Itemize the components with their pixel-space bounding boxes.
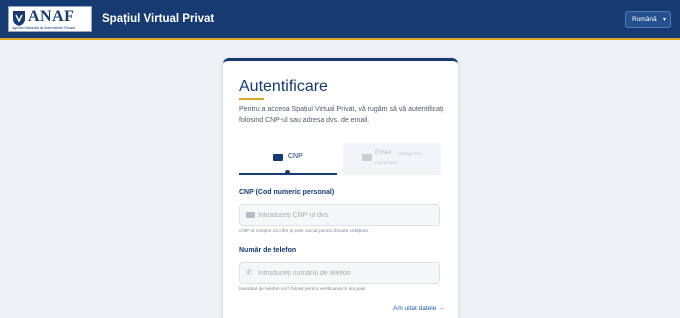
phone-label: Număr de telefon bbox=[239, 247, 297, 254]
tab-email-note: (indisponibil momentan) bbox=[375, 151, 422, 165]
phone-input[interactable] bbox=[258, 263, 436, 283]
chevron-down-icon: ▾ bbox=[662, 17, 666, 23]
title-underline bbox=[239, 98, 264, 100]
tab-cnp[interactable]: CNP bbox=[239, 143, 337, 175]
cnp-field[interactable] bbox=[239, 204, 440, 226]
forgot-data-link[interactable]: Am uitat datele → bbox=[393, 305, 445, 312]
cnp-hint: CNP-ul conține 13 cifre și este unicat p… bbox=[239, 229, 370, 234]
tab-cnp-label: CNP bbox=[288, 153, 303, 160]
phone-field[interactable]: ✆ bbox=[239, 262, 440, 284]
top-header: ANAF Agenția Națională de Administrare F… bbox=[0, 0, 680, 40]
logo-subtitle: Agenția Națională de Administrare Fiscal… bbox=[12, 26, 75, 30]
language-select[interactable]: Română ▾ bbox=[625, 11, 671, 28]
cnp-input[interactable] bbox=[258, 205, 436, 225]
phone-hint: Numărul de telefon va fi folosit pentru … bbox=[239, 287, 367, 292]
cnp-label: CNP (Cod numeric personal) bbox=[239, 189, 335, 196]
anaf-logo[interactable]: ANAF Agenția Națională de Administrare F… bbox=[8, 6, 92, 32]
envelope-icon bbox=[362, 154, 372, 161]
login-card: Autentificare Pentru a accesa Spațiul Vi… bbox=[223, 58, 458, 318]
shield-icon bbox=[13, 11, 25, 26]
active-tab-indicator bbox=[285, 170, 290, 175]
id-card-icon bbox=[273, 154, 283, 161]
phone-icon: ✆ bbox=[246, 268, 253, 277]
card-accent bbox=[425, 58, 458, 61]
app-title: Spațiul Virtual Privat bbox=[102, 13, 215, 25]
language-label: Română bbox=[632, 16, 657, 23]
tab-email[interactable]: Email (indisponibil momentan) bbox=[343, 143, 441, 175]
page-title: Autentificare bbox=[239, 78, 328, 95]
logo-wordmark: ANAF bbox=[28, 8, 75, 25]
id-card-icon bbox=[246, 212, 255, 218]
card-description: Pentru a accesa Spațiul Virtual Privat, … bbox=[239, 106, 444, 124]
